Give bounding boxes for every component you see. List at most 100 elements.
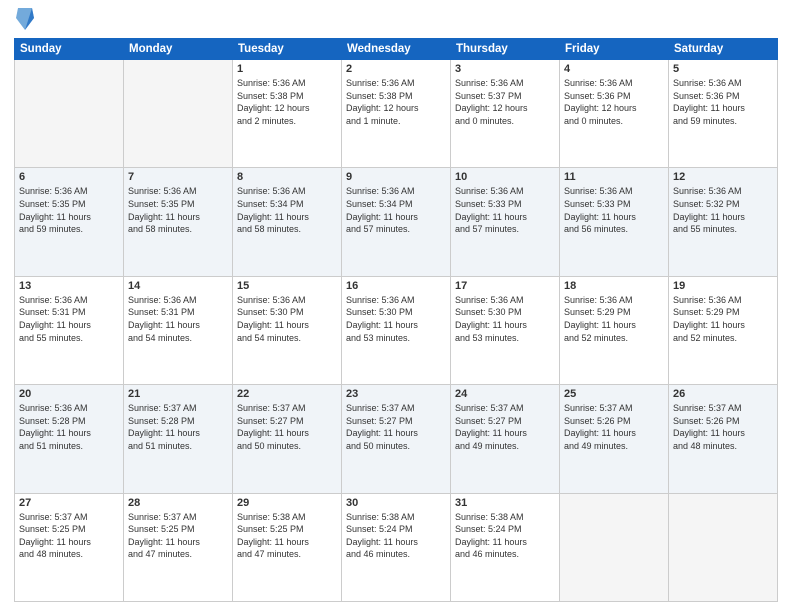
day-number: 13: [19, 280, 119, 292]
day-number: 4: [564, 63, 664, 75]
day-cell: 6Sunrise: 5:36 AM Sunset: 5:35 PM Daylig…: [15, 168, 124, 276]
day-cell: 27 Sunrise: 5:37 AM Sunset: 5:25 PM Dayli…: [15, 493, 124, 601]
day-number: 18: [564, 280, 664, 292]
day-cell: 21 Sunrise: 5:37 AM Sunset: 5:28 PM Dayli…: [124, 385, 233, 493]
day-cell: 10 Sunrise: 5:36 AM Sunset: 5:33 PM Dayli…: [451, 168, 560, 276]
day-number: 27: [19, 497, 119, 509]
day-cell: 31 Sunrise: 5:38 AM Sunset: 5:24 PM Dayli…: [451, 493, 560, 601]
day-cell: [15, 60, 124, 168]
day-number: 16: [346, 280, 446, 292]
col-header-wednesday: Wednesday: [342, 39, 451, 60]
day-number: 31: [455, 497, 555, 509]
week-row-1: 1 Sunrise: 5:36 AM Sunset: 5:38 PM Daylig…: [15, 60, 778, 168]
day-info: Sunrise: 5:36 AM Sunset: 5:33 PM Dayligh…: [455, 185, 555, 235]
day-info: Sunrise: 5:37 AM Sunset: 5:28 PM Dayligh…: [128, 402, 228, 452]
day-number: 21: [128, 388, 228, 400]
day-cell: [124, 60, 233, 168]
col-header-friday: Friday: [560, 39, 669, 60]
day-info: Sunrise: 5:36 AM Sunset: 5:30 PM Dayligh…: [455, 294, 555, 344]
day-info: Sunrise: 5:36 AM Sunset: 5:30 PM Dayligh…: [237, 294, 337, 344]
day-info: Sunrise: 5:36 AM Sunset: 5:28 PM Dayligh…: [19, 402, 119, 452]
day-cell: 16 Sunrise: 5:36 AM Sunset: 5:30 PM Dayli…: [342, 276, 451, 384]
day-number: 5: [673, 63, 773, 75]
day-number: 17: [455, 280, 555, 292]
day-info: Sunrise: 5:36 AM Sunset: 5:30 PM Dayligh…: [346, 294, 446, 344]
day-cell: 13 Sunrise: 5:36 AM Sunset: 5:31 PM Dayli…: [15, 276, 124, 384]
day-number: 24: [455, 388, 555, 400]
day-cell: 18Sunrise: 5:36 AM Sunset: 5:29 PM Dayli…: [560, 276, 669, 384]
logo: [14, 10, 34, 30]
day-info: Sunrise: 5:36 AM Sunset: 5:32 PM Dayligh…: [673, 185, 773, 235]
day-info: Sunrise: 5:36 AM Sunset: 5:33 PM Dayligh…: [564, 185, 664, 235]
day-info: Sunrise: 5:37 AM Sunset: 5:25 PM Dayligh…: [128, 511, 228, 561]
day-cell: 24Sunrise: 5:37 AM Sunset: 5:27 PM Dayli…: [451, 385, 560, 493]
day-cell: 9 Sunrise: 5:36 AM Sunset: 5:34 PM Daylig…: [342, 168, 451, 276]
day-cell: 8 Sunrise: 5:36 AM Sunset: 5:34 PM Daylig…: [233, 168, 342, 276]
day-info: Sunrise: 5:37 AM Sunset: 5:27 PM Dayligh…: [237, 402, 337, 452]
day-cell: 15 Sunrise: 5:36 AM Sunset: 5:30 PM Dayli…: [233, 276, 342, 384]
day-number: 14: [128, 280, 228, 292]
day-number: 22: [237, 388, 337, 400]
day-info: Sunrise: 5:36 AM Sunset: 5:34 PM Dayligh…: [237, 185, 337, 235]
day-cell: 22 Sunrise: 5:37 AM Sunset: 5:27 PM Dayli…: [233, 385, 342, 493]
day-cell: [560, 493, 669, 601]
day-cell: 14 Sunrise: 5:36 AM Sunset: 5:31 PM Dayli…: [124, 276, 233, 384]
day-number: 6: [19, 171, 119, 183]
calendar-table: SundayMondayTuesdayWednesdayThursdayFrid…: [14, 38, 778, 602]
week-row-2: 6 Sunrise: 5:36 AM Sunset: 5:35 PM Daylig…: [15, 168, 778, 276]
page: SundayMondayTuesdayWednesdayThursdayFrid…: [0, 0, 792, 612]
day-cell: 20 Sunrise: 5:36 AM Sunset: 5:28 PM Dayli…: [15, 385, 124, 493]
week-row-5: 27 Sunrise: 5:37 AM Sunset: 5:25 PM Dayli…: [15, 493, 778, 601]
day-cell: 17 Sunrise: 5:36 AM Sunset: 5:30 PM Dayli…: [451, 276, 560, 384]
day-cell: 29 Sunrise: 5:38 AM Sunset: 5:25 PM Dayli…: [233, 493, 342, 601]
day-info: Sunrise: 5:38 AM Sunset: 5:24 PM Dayligh…: [346, 511, 446, 561]
col-header-tuesday: Tuesday: [233, 39, 342, 60]
day-number: 1: [237, 63, 337, 75]
day-number: 29: [237, 497, 337, 509]
day-number: 26: [673, 388, 773, 400]
day-cell: 11 Sunrise: 5:36 AM Sunset: 5:33 PM Dayli…: [560, 168, 669, 276]
header: [14, 10, 778, 30]
day-number: 2: [346, 63, 446, 75]
header-row: SundayMondayTuesdayWednesdayThursdayFrid…: [15, 39, 778, 60]
day-info: Sunrise: 5:37 AM Sunset: 5:27 PM Dayligh…: [346, 402, 446, 452]
day-cell: 26Sunrise: 5:37 AM Sunset: 5:26 PM Dayli…: [669, 385, 778, 493]
day-number: 7: [128, 171, 228, 183]
day-info: Sunrise: 5:36 AM Sunset: 5:35 PM Dayligh…: [128, 185, 228, 235]
day-info: Sunrise: 5:38 AM Sunset: 5:24 PM Dayligh…: [455, 511, 555, 561]
day-number: 20: [19, 388, 119, 400]
col-header-thursday: Thursday: [451, 39, 560, 60]
day-cell: 5 Sunrise: 5:36 AM Sunset: 5:36 PM Daylig…: [669, 60, 778, 168]
day-info: Sunrise: 5:36 AM Sunset: 5:38 PM Dayligh…: [346, 77, 446, 127]
day-info: Sunrise: 5:36 AM Sunset: 5:34 PM Dayligh…: [346, 185, 446, 235]
day-cell: 3Sunrise: 5:36 AM Sunset: 5:37 PM Daylig…: [451, 60, 560, 168]
col-header-saturday: Saturday: [669, 39, 778, 60]
day-cell: 7 Sunrise: 5:36 AM Sunset: 5:35 PM Daylig…: [124, 168, 233, 276]
day-info: Sunrise: 5:36 AM Sunset: 5:31 PM Dayligh…: [19, 294, 119, 344]
day-number: 30: [346, 497, 446, 509]
day-info: Sunrise: 5:37 AM Sunset: 5:25 PM Dayligh…: [19, 511, 119, 561]
day-number: 11: [564, 171, 664, 183]
day-info: Sunrise: 5:36 AM Sunset: 5:38 PM Dayligh…: [237, 77, 337, 127]
day-info: Sunrise: 5:36 AM Sunset: 5:36 PM Dayligh…: [673, 77, 773, 127]
day-info: Sunrise: 5:36 AM Sunset: 5:29 PM Dayligh…: [673, 294, 773, 344]
day-cell: 28Sunrise: 5:37 AM Sunset: 5:25 PM Dayli…: [124, 493, 233, 601]
day-cell: 30 Sunrise: 5:38 AM Sunset: 5:24 PM Dayli…: [342, 493, 451, 601]
day-number: 3: [455, 63, 555, 75]
day-number: 9: [346, 171, 446, 183]
day-cell: 1 Sunrise: 5:36 AM Sunset: 5:38 PM Daylig…: [233, 60, 342, 168]
day-number: 15: [237, 280, 337, 292]
day-number: 12: [673, 171, 773, 183]
day-cell: 19Sunrise: 5:36 AM Sunset: 5:29 PM Dayli…: [669, 276, 778, 384]
col-header-monday: Monday: [124, 39, 233, 60]
day-number: 23: [346, 388, 446, 400]
week-row-4: 20 Sunrise: 5:36 AM Sunset: 5:28 PM Dayli…: [15, 385, 778, 493]
day-cell: 12 Sunrise: 5:36 AM Sunset: 5:32 PM Dayli…: [669, 168, 778, 276]
day-cell: [669, 493, 778, 601]
day-number: 10: [455, 171, 555, 183]
day-cell: 2 Sunrise: 5:36 AM Sunset: 5:38 PM Daylig…: [342, 60, 451, 168]
day-info: Sunrise: 5:36 AM Sunset: 5:36 PM Dayligh…: [564, 77, 664, 127]
day-number: 8: [237, 171, 337, 183]
day-info: Sunrise: 5:36 AM Sunset: 5:31 PM Dayligh…: [128, 294, 228, 344]
day-info: Sunrise: 5:38 AM Sunset: 5:25 PM Dayligh…: [237, 511, 337, 561]
